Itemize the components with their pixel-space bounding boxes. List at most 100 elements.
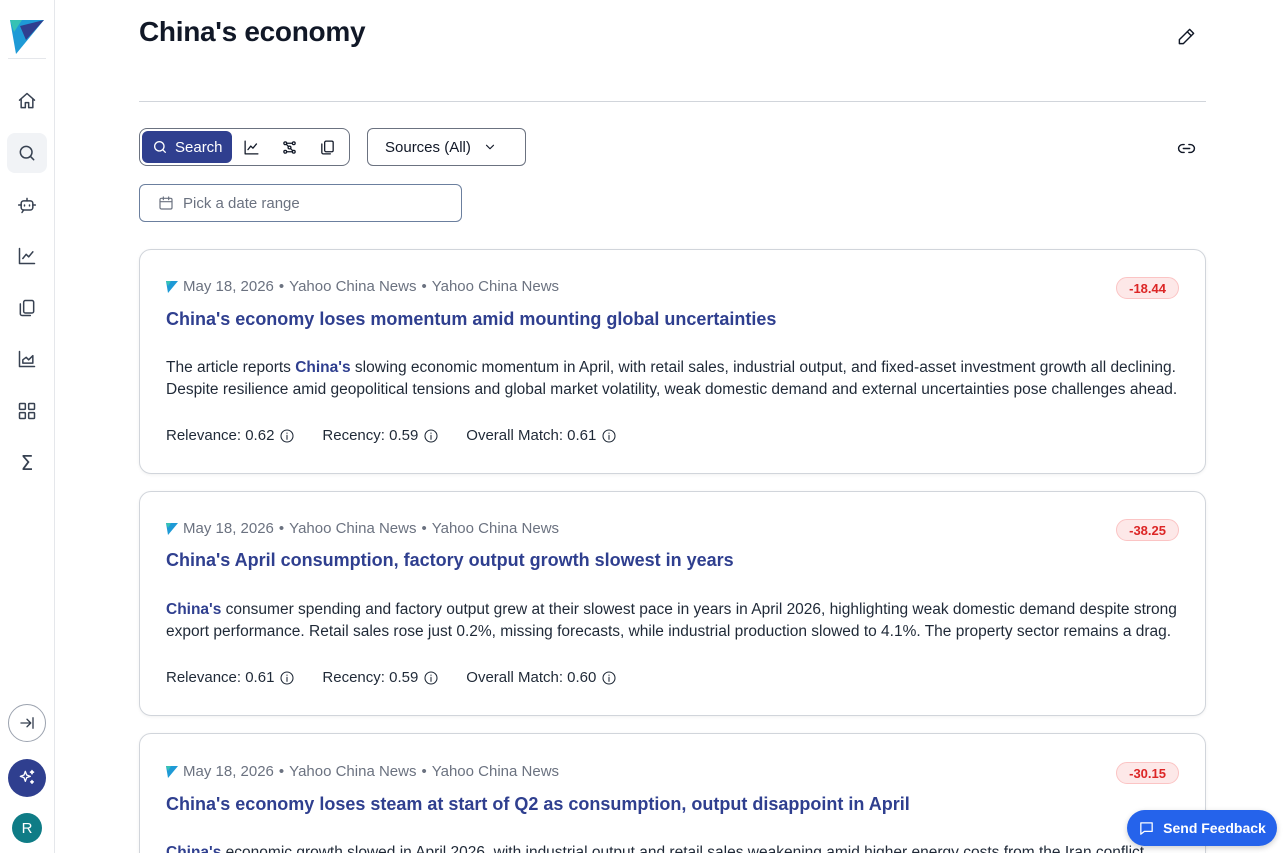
network-icon bbox=[282, 140, 296, 154]
meta-separator: • bbox=[278, 520, 285, 537]
summary-highlight: China's bbox=[166, 844, 222, 853]
sources-label: Sources (All) bbox=[385, 138, 471, 156]
summary-text: consumer spending and factory output gre… bbox=[166, 601, 1177, 640]
edit-title-button[interactable] bbox=[1172, 22, 1200, 50]
documents-icon bbox=[19, 299, 35, 317]
relevance-value: Relevance: 0.61 bbox=[166, 669, 275, 686]
summary-text: economic growth slowed in April 2026, wi… bbox=[221, 844, 1149, 853]
relevance-metric: Relevance: 0.62 bbox=[166, 427, 295, 444]
logo-icon[interactable] bbox=[8, 18, 46, 56]
info-icon[interactable] bbox=[601, 670, 617, 686]
sidebar-divider bbox=[8, 58, 46, 59]
page-title: China's economy bbox=[139, 16, 366, 47]
meta-separator: • bbox=[421, 278, 427, 295]
info-icon[interactable] bbox=[279, 670, 295, 686]
article-metrics: Relevance: 0.62 Recency: 0.59 Overall Ma… bbox=[166, 427, 617, 444]
source-logo-icon bbox=[166, 522, 178, 535]
expand-sidebar-button[interactable] bbox=[8, 704, 46, 742]
article-title-link[interactable]: China's April consumption, factory outpu… bbox=[166, 550, 734, 571]
meta-separator: • bbox=[421, 520, 427, 537]
meta-separator: • bbox=[278, 278, 285, 295]
search-icon bbox=[154, 141, 166, 153]
home-icon bbox=[18, 92, 36, 109]
avatar[interactable]: R bbox=[12, 813, 42, 843]
source-logo-icon bbox=[166, 765, 178, 778]
article-summary: China's economic growth slowed in April … bbox=[166, 842, 1178, 853]
graph-mode-button[interactable] bbox=[270, 131, 308, 163]
source-logo-icon bbox=[166, 280, 178, 293]
article-card: May 18, 2026 • Yahoo China News • Yahoo … bbox=[139, 249, 1206, 474]
search-mode-label: Search bbox=[175, 138, 223, 156]
article-publisher: Yahoo China News bbox=[431, 763, 560, 780]
sentiment-score-badge: -18.44 bbox=[1116, 277, 1179, 299]
pencil-icon bbox=[1178, 28, 1194, 44]
ai-assistant-button[interactable] bbox=[8, 759, 46, 797]
send-feedback-button[interactable]: Send Feedback bbox=[1127, 810, 1277, 846]
article-title-link[interactable]: China's economy loses momentum amid moun… bbox=[166, 309, 776, 330]
sentiment-score-badge: -30.15 bbox=[1116, 762, 1179, 784]
article-publisher: Yahoo China News bbox=[431, 278, 560, 295]
sidebar-item-analytics[interactable] bbox=[7, 339, 47, 379]
link-icon bbox=[1177, 143, 1195, 153]
sidebar-item-sigma[interactable]: Σ bbox=[7, 443, 47, 483]
documents-mode-button[interactable] bbox=[308, 131, 346, 163]
recency-metric: Recency: 0.59 bbox=[322, 427, 439, 444]
relevance-value: Relevance: 0.62 bbox=[166, 427, 275, 444]
search-mode-button[interactable]: Search bbox=[142, 131, 232, 163]
article-publisher: Yahoo China News bbox=[431, 520, 560, 537]
view-mode-group: Search bbox=[139, 128, 350, 166]
copy-icon bbox=[320, 139, 334, 155]
sidebar-item-dashboard[interactable] bbox=[7, 391, 47, 431]
chevron-down-icon bbox=[485, 144, 494, 150]
dashboard-icon bbox=[18, 402, 36, 420]
header-divider bbox=[139, 101, 1206, 102]
article-source: Yahoo China News bbox=[289, 520, 417, 537]
article-date: May 18, 2026 bbox=[183, 520, 274, 537]
date-range-placeholder: Pick a date range bbox=[183, 194, 300, 212]
date-range-picker[interactable]: Pick a date range bbox=[139, 184, 462, 222]
bot-icon bbox=[17, 197, 37, 214]
sidebar-item-documents[interactable] bbox=[7, 288, 47, 328]
article-meta: May 18, 2026 • Yahoo China News • Yahoo … bbox=[166, 763, 559, 780]
info-icon[interactable] bbox=[423, 670, 439, 686]
article-metrics: Relevance: 0.61 Recency: 0.59 Overall Ma… bbox=[166, 669, 617, 686]
search-icon bbox=[19, 145, 35, 161]
article-title-link[interactable]: China's economy loses steam at start of … bbox=[166, 794, 910, 815]
info-icon[interactable] bbox=[601, 428, 617, 444]
summary-text: The article reports bbox=[166, 359, 296, 376]
chart-mode-button[interactable] bbox=[232, 131, 270, 163]
article-summary: The article reports China's slowing econ… bbox=[166, 357, 1178, 401]
sigma-icon: Σ bbox=[20, 451, 34, 475]
article-summary: China's consumer spending and factory ou… bbox=[166, 599, 1178, 643]
overall-match-value: Overall Match: 0.60 bbox=[466, 669, 597, 686]
summary-highlight: China's bbox=[166, 601, 222, 618]
copy-link-button[interactable] bbox=[1172, 134, 1200, 162]
sidebar-item-home[interactable] bbox=[7, 81, 47, 121]
overall-match-metric: Overall Match: 0.60 bbox=[466, 669, 617, 686]
article-meta: May 18, 2026 • Yahoo China News • Yahoo … bbox=[166, 278, 559, 295]
message-icon bbox=[1140, 821, 1153, 835]
calendar-icon bbox=[159, 196, 173, 210]
info-icon[interactable] bbox=[423, 428, 439, 444]
area-chart-icon bbox=[18, 350, 36, 368]
recency-metric: Recency: 0.59 bbox=[322, 669, 439, 686]
overall-match-metric: Overall Match: 0.61 bbox=[466, 427, 617, 444]
sidebar: Σ R bbox=[0, 0, 55, 853]
sidebar-item-assistant[interactable] bbox=[7, 185, 47, 225]
article-source: Yahoo China News bbox=[289, 278, 417, 295]
line-chart-icon bbox=[18, 247, 36, 265]
article-card: May 18, 2026 • Yahoo China News • Yahoo … bbox=[139, 733, 1206, 853]
expand-icon bbox=[20, 717, 34, 729]
relevance-metric: Relevance: 0.61 bbox=[166, 669, 295, 686]
summary-highlight: China's bbox=[295, 359, 351, 376]
article-meta: May 18, 2026 • Yahoo China News • Yahoo … bbox=[166, 520, 559, 537]
line-chart-icon bbox=[243, 139, 259, 155]
sidebar-item-search[interactable] bbox=[7, 133, 47, 173]
sources-dropdown[interactable]: Sources (All) bbox=[367, 128, 526, 166]
send-feedback-label: Send Feedback bbox=[1163, 820, 1266, 836]
info-icon[interactable] bbox=[279, 428, 295, 444]
recency-value: Recency: 0.59 bbox=[322, 669, 419, 686]
overall-match-value: Overall Match: 0.61 bbox=[466, 427, 597, 444]
article-source: Yahoo China News bbox=[289, 763, 417, 780]
sidebar-item-trends[interactable] bbox=[7, 236, 47, 276]
